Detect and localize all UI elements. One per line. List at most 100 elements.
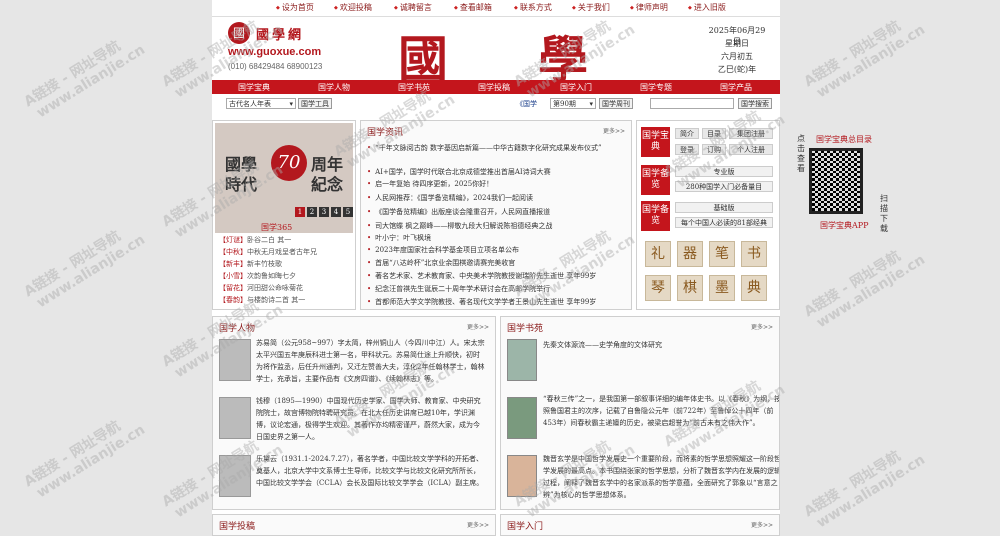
nav-guoxue-chanpin[interactable]: 国学产品 (720, 82, 752, 93)
person-photo[interactable] (219, 397, 251, 439)
news-box: 国学资讯 更多>> “千年文脉阅古韵 数字基因启新篇——中华古籍数字化研究成果发… (360, 120, 632, 310)
link-contact[interactable]: 联系方式 (514, 2, 552, 13)
tougao-box: 国学投稿 更多>> (212, 514, 496, 536)
link-old-version[interactable]: 进入旧版 (688, 2, 726, 13)
link-submit[interactable]: 欢迎投稿 (334, 2, 372, 13)
news-item[interactable]: 首届“八达岭杯”北京业余围棋邀请赛完美收官 (367, 258, 515, 268)
people-more-link[interactable]: 更多>> (467, 322, 489, 331)
toolbar: 古代名人年表 国学工具 《国学 第90期 国学周刊 国学搜索 (212, 96, 780, 114)
tool-select[interactable]: 古代名人年表 (226, 98, 296, 110)
news-item[interactable]: 纪念汪曾祺先生诞辰二十周年学术研讨会在高邮学院举行 (367, 284, 550, 294)
side-item[interactable]: 【小雪】次韵鲁如晦七夕 (219, 271, 296, 281)
book-cover[interactable] (507, 455, 537, 497)
page-container: 设为首页 欢迎投稿 诚聘留言 查看邮箱 联系方式 关于我们 律师声明 进入旧版 … (212, 0, 780, 536)
product-beilan[interactable]: 国学备览 (641, 165, 670, 195)
rumen-more-link[interactable]: 更多>> (751, 520, 773, 529)
app-catalog-title[interactable]: 国学宝典总目录 (816, 134, 872, 145)
banner-page-3[interactable]: 3 (319, 207, 329, 217)
rumen-title: 国学入门 (507, 522, 544, 532)
icon-qi2[interactable]: 棋 (677, 275, 703, 301)
person-bio[interactable]: 钱穆（1895—1990）中国现代历史学家、国学大师、教育家、中央研究院院士，故… (256, 395, 486, 443)
book-desc[interactable]: “春秋三传”之一，是我国第一部叙事详细的编年体史书。以《春秋》为纲，按照鲁国君主… (543, 393, 779, 441)
icon-mo[interactable]: 墨 (709, 275, 735, 301)
anniversary-banner[interactable]: 國學 時代 70 周年 紀念 1 2 3 4 5 (215, 123, 353, 233)
side-item[interactable]: 【中秋】中秋无月戏呈者古年兄 (219, 247, 317, 257)
news-item[interactable]: 《国学备览精编》出版座谈会隆重召开，人民网直播报道 (367, 207, 550, 217)
logo-seal-icon[interactable]: 國 (228, 22, 250, 44)
top-link-bar: 设为首页 欢迎投稿 诚聘留言 查看邮箱 联系方式 关于我们 律师声明 进入旧版 (212, 0, 780, 17)
side-item[interactable]: 【春韵】与楼韵诗二首 其一 (219, 295, 305, 305)
banner-page-1[interactable]: 1 (295, 207, 305, 217)
app-qr-code[interactable] (809, 148, 863, 214)
product-baodian[interactable]: 国学宝典 (641, 127, 670, 157)
banner-page-5[interactable]: 5 (343, 207, 353, 217)
tougao-more-link[interactable]: 更多>> (467, 520, 489, 529)
news-item[interactable]: 司大馆蝶 枫之巅峰——柳敬九段大归解说陈祖德经典之战 (367, 221, 552, 231)
link-legal[interactable]: 律师声明 (630, 2, 668, 13)
news-more-link[interactable]: 更多>> (603, 126, 625, 135)
nav-guoxue-tougao[interactable]: 国学投稿 (478, 82, 510, 93)
news-item[interactable]: 人民网推荐：《国学备览精编》，2024我们一起阅读 (367, 193, 533, 203)
news-item[interactable]: “千年文脉阅古韵 数字基因启新篇——中华古籍数字化研究成果发布仪式” (367, 143, 601, 153)
link-set-homepage[interactable]: 设为首页 (276, 2, 314, 13)
side-item[interactable]: 【留花】河田甜公命咏菊花 (219, 283, 303, 293)
tag-intro[interactable]: 简介 (675, 128, 699, 139)
pro-version-desc[interactable]: 280种国学入门必备量目 (675, 181, 773, 192)
news-item[interactable]: 叶小宁：叶飞枫境 (367, 233, 431, 243)
product-beilan-basic[interactable]: 国学备览 (641, 201, 670, 231)
nav-guoxue-zhuanti[interactable]: 国学专题 (640, 82, 672, 93)
weekly-issue-select[interactable]: 第90期 (550, 98, 596, 110)
logo-url[interactable]: www.guoxue.com (228, 46, 321, 58)
news-item[interactable]: 首都师范大学文学院教授、著名现代文学学者王景山先生逝世 享年99岁 (367, 297, 596, 307)
person-bio[interactable]: 乐黛云（1931.1-2024.7.27），著名学者，中国比较文学学科的开拓者、… (256, 453, 486, 501)
books-more-link[interactable]: 更多>> (751, 322, 773, 331)
icon-li[interactable]: 礼 (645, 241, 671, 267)
link-about[interactable]: 关于我们 (572, 2, 610, 13)
watermark: A链接 - 网址导航 www.alianjie.cn (21, 418, 148, 504)
nav-guoxue-shuyuan[interactable]: 国学书苑 (398, 82, 430, 93)
people-title: 国学人物 (219, 324, 256, 334)
search-input[interactable] (650, 98, 734, 109)
basic-version-desc[interactable]: 每个中国人必读的81部经典 (675, 217, 773, 228)
basic-version-label: 基础版 (675, 202, 773, 213)
side-item[interactable]: 【新丰】新丰竹枝歌 (219, 259, 282, 269)
tag-personal-register[interactable]: 个人注册 (729, 144, 773, 155)
book-cover[interactable] (507, 339, 537, 381)
tag-login[interactable]: 登录 (675, 144, 699, 155)
book-desc[interactable]: 魏晋玄学是中国哲学发展史一个重要阶段，而将素的哲学思想照耀这一阶段哲学发展的最高… (543, 453, 779, 501)
icon-qi[interactable]: 器 (677, 241, 703, 267)
book-cover[interactable] (507, 397, 537, 439)
weekly-button[interactable]: 国学周刊 (599, 98, 633, 109)
qr-side-left: 点击查看 (797, 134, 805, 173)
news-item[interactable]: 2023年度国家社会科学基金项目立项名单公布 (367, 245, 519, 255)
nav-guoxue-rumen[interactable]: 国学入门 (560, 82, 592, 93)
news-item[interactable]: AI+国学，国学时代联合北京成德堂推出首届AI诗词大赛 (367, 167, 551, 177)
tag-order[interactable]: 订购 (702, 144, 726, 155)
tool-button[interactable]: 国学工具 (298, 98, 332, 109)
tag-group-register[interactable]: 集团注册 (729, 128, 773, 139)
link-mail[interactable]: 查看邮箱 (454, 2, 492, 13)
tag-catalog[interactable]: 目录 (702, 128, 726, 139)
book-desc[interactable]: 先秦文体源流——史学角度的文体研究 (543, 339, 779, 353)
logo-name[interactable]: 國學網 (256, 24, 304, 43)
app-name[interactable]: 国学宝典APP (820, 220, 869, 231)
person-photo[interactable] (219, 455, 251, 497)
link-jobs[interactable]: 诚聘留言 (394, 2, 432, 13)
banner-text: 紀念 (311, 175, 344, 194)
icon-dian[interactable]: 典 (741, 275, 767, 301)
search-button[interactable]: 国学搜索 (738, 98, 772, 109)
banner-box: 國學 時代 70 周年 紀念 1 2 3 4 5 国学365 【灯谜】卧谷二白 … (212, 120, 356, 310)
banner-page-2[interactable]: 2 (307, 207, 317, 217)
side-item[interactable]: 【灯谜】卧谷二白 其一 (219, 235, 291, 245)
person-bio[interactable]: 苏易简（公元958~997）字太简，梓州铜山人（今四川中江）人。宋太宗太平兴国五… (256, 337, 486, 385)
person-photo[interactable] (219, 339, 251, 381)
nav-guoxue-renwu[interactable]: 国学人物 (318, 82, 350, 93)
icon-bi[interactable]: 笔 (709, 241, 735, 267)
icon-qin[interactable]: 琴 (645, 275, 671, 301)
banner-page-4[interactable]: 4 (331, 207, 341, 217)
nav-guoxue-baodian[interactable]: 国学宝典 (238, 82, 270, 93)
news-item[interactable]: 启一年复始 待四序更新，2025你好！ (367, 179, 493, 189)
news-item[interactable]: 著名艺术家、艺术教育家、中央美术学院教授谢瑞阶先生逝世 享年99岁 (367, 271, 596, 281)
watermark: A链接 - 网址导航 www.alianjie.cn (21, 38, 148, 124)
icon-shu[interactable]: 书 (741, 241, 767, 267)
